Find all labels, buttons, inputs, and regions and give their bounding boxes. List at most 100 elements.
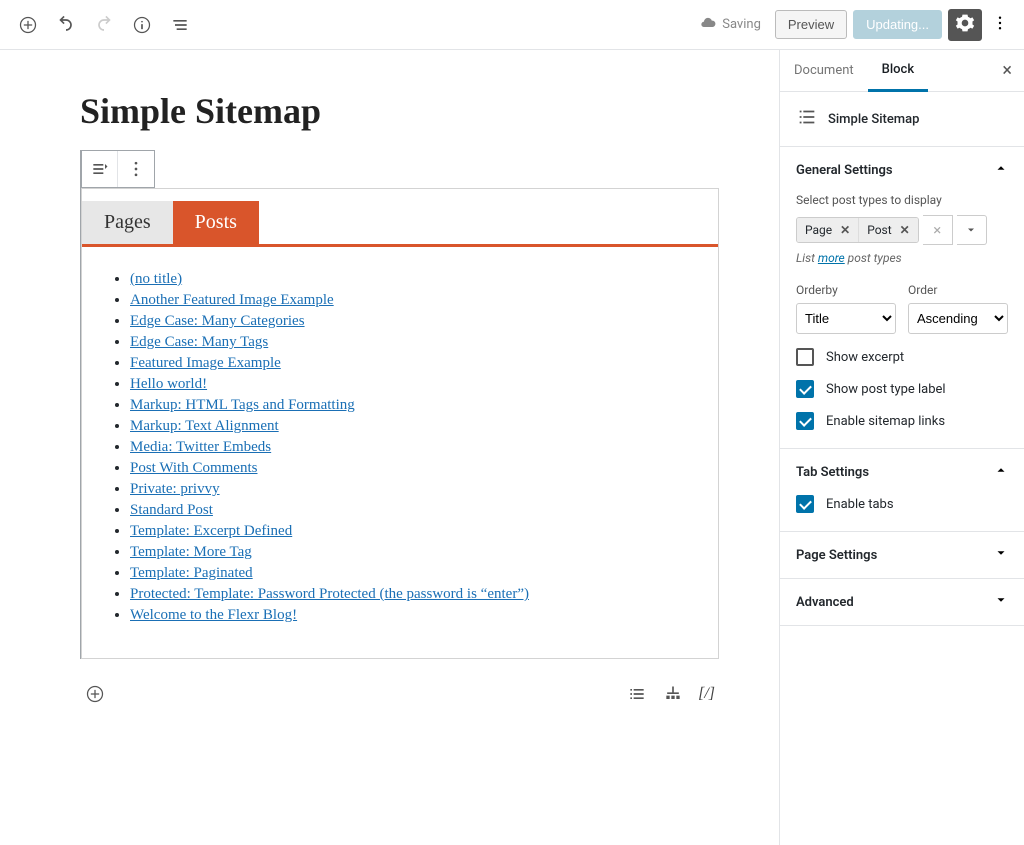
list-item: Markup: Text Alignment <box>130 418 688 435</box>
list-item: Another Featured Image Example <box>130 292 688 309</box>
outline-button[interactable] <box>164 9 196 41</box>
close-icon: × <box>1002 60 1012 81</box>
list-item: Private: privvy <box>130 481 688 498</box>
enable-links-checkbox[interactable] <box>796 412 814 430</box>
editor-main: Simple Sitemap Pages Posts (no tit <box>0 50 1024 845</box>
post-type-dropdown-toggle[interactable] <box>957 215 987 245</box>
chevron-down-icon <box>994 546 1008 564</box>
block-name: Simple Sitemap <box>828 112 919 127</box>
select-post-types-label: Select post types to display <box>796 193 1008 207</box>
clear-chips-button[interactable]: × <box>923 215 953 245</box>
panel-tab-settings: Tab Settings Enable tabs <box>780 449 1024 532</box>
chevron-up-icon <box>994 463 1008 481</box>
panel-title: Tab Settings <box>796 465 869 480</box>
more-options-button[interactable] <box>988 9 1012 41</box>
footer-right: [/] <box>626 683 715 705</box>
page-title[interactable]: Simple Sitemap <box>80 90 719 132</box>
tab-block[interactable]: Block <box>868 50 928 92</box>
panel-advanced-head[interactable]: Advanced <box>780 579 1024 625</box>
post-link[interactable]: Protected: Template: Password Protected … <box>130 586 529 602</box>
panel-general-body: Select post types to display Page ✕ Post… <box>780 193 1024 448</box>
enable-tabs-label: Enable tabs <box>826 497 894 512</box>
post-types-hint: List more post types <box>796 251 1008 265</box>
list-item: Template: Paginated <box>130 565 688 582</box>
post-link[interactable]: (no title) <box>130 271 182 287</box>
close-sidebar-button[interactable]: × <box>990 60 1024 81</box>
undo-button[interactable] <box>50 9 82 41</box>
chip-label: Post <box>867 223 891 237</box>
more-link[interactable]: more <box>818 251 845 265</box>
post-link[interactable]: Edge Case: Many Tags <box>130 334 268 350</box>
order-select[interactable]: Ascending <box>908 303 1008 334</box>
add-block-button[interactable] <box>12 9 44 41</box>
selected-block: Pages Posts (no title) Another Featured … <box>80 150 719 659</box>
post-link[interactable]: Markup: Text Alignment <box>130 418 279 434</box>
post-link[interactable]: Edge Case: Many Categories <box>130 313 305 329</box>
post-list: (no title) Another Featured Image Exampl… <box>82 247 718 658</box>
show-post-type-label-checkbox[interactable] <box>796 380 814 398</box>
tab-pages[interactable]: Pages <box>82 201 173 244</box>
post-link[interactable]: Standard Post <box>130 502 213 518</box>
remove-chip-button[interactable]: ✕ <box>900 223 910 237</box>
list-item: Media: Twitter Embeds <box>130 439 688 456</box>
remove-chip-button[interactable]: ✕ <box>840 223 850 237</box>
show-excerpt-label: Show excerpt <box>826 350 904 365</box>
info-button[interactable] <box>126 9 158 41</box>
settings-button[interactable] <box>948 9 982 41</box>
saving-status: Saving <box>700 15 761 35</box>
post-link[interactable]: Template: Excerpt Defined <box>130 523 292 539</box>
orderby-select[interactable]: Title <box>796 303 896 334</box>
post-link[interactable]: Private: privvy <box>130 481 220 497</box>
post-link[interactable]: Media: Twitter Embeds <box>130 439 271 455</box>
redo-button[interactable] <box>88 9 120 41</box>
post-link[interactable]: Featured Image Example <box>130 355 281 371</box>
list-item: Edge Case: Many Tags <box>130 334 688 351</box>
list-item: Template: Excerpt Defined <box>130 523 688 540</box>
more-vert-icon <box>991 14 1009 36</box>
block-type-button[interactable] <box>82 151 118 187</box>
panel-tabsettings-head[interactable]: Tab Settings <box>780 449 1024 495</box>
show-post-type-label-label: Show post type label <box>826 382 946 397</box>
toolbar-left <box>12 9 196 41</box>
post-link[interactable]: Template: More Tag <box>130 544 252 560</box>
panel-general-head[interactable]: General Settings <box>780 147 1024 193</box>
post-link[interactable]: Post With Comments <box>130 460 257 476</box>
post-link[interactable]: Another Featured Image Example <box>130 292 334 308</box>
block-nav-icon[interactable] <box>662 683 684 705</box>
update-button: Updating... <box>853 10 942 39</box>
enable-tabs-row: Enable tabs <box>796 495 1008 513</box>
footer-left <box>84 683 106 705</box>
post-link[interactable]: Hello world! <box>130 376 207 392</box>
chevron-up-icon <box>994 161 1008 179</box>
list-item: Markup: HTML Tags and Formatting <box>130 397 688 414</box>
tab-document[interactable]: Document <box>780 51 868 90</box>
tab-posts[interactable]: Posts <box>173 201 259 244</box>
panel-tabsettings-body: Enable tabs <box>780 495 1024 531</box>
list-item: Hello world! <box>130 376 688 393</box>
settings-sidebar: Document Block × Simple Sitemap General … <box>779 50 1024 845</box>
saving-label: Saving <box>722 17 761 32</box>
show-excerpt-checkbox[interactable] <box>796 348 814 366</box>
panel-advanced: Advanced <box>780 579 1024 626</box>
post-link[interactable]: Markup: HTML Tags and Formatting <box>130 397 355 413</box>
shortcode-indicator[interactable]: [/] <box>698 685 715 703</box>
chip-label: Page <box>805 223 832 237</box>
orderby-group: Orderby Title <box>796 283 896 334</box>
orderby-label: Orderby <box>796 283 896 297</box>
sitemap-block[interactable]: Pages Posts (no title) Another Featured … <box>81 188 719 659</box>
chip-post: Post ✕ <box>859 218 918 242</box>
post-link[interactable]: Template: Paginated <box>130 565 253 581</box>
list-item: Featured Image Example <box>130 355 688 372</box>
panel-page-settings-head[interactable]: Page Settings <box>780 532 1024 578</box>
add-block-footer-button[interactable] <box>84 683 106 705</box>
post-link[interactable]: Welcome to the Flexr Blog! <box>130 607 297 623</box>
sitemap-block-icon <box>796 106 818 132</box>
enable-tabs-checkbox[interactable] <box>796 495 814 513</box>
order-group: Order Ascending <box>908 283 1008 334</box>
editor-canvas: Simple Sitemap Pages Posts (no tit <box>0 50 779 845</box>
preview-button[interactable]: Preview <box>775 10 847 39</box>
order-label: Order <box>908 283 1008 297</box>
block-more-button[interactable] <box>118 151 154 187</box>
panel-general-settings: General Settings Select post types to di… <box>780 147 1024 449</box>
list-view-icon[interactable] <box>626 683 648 705</box>
